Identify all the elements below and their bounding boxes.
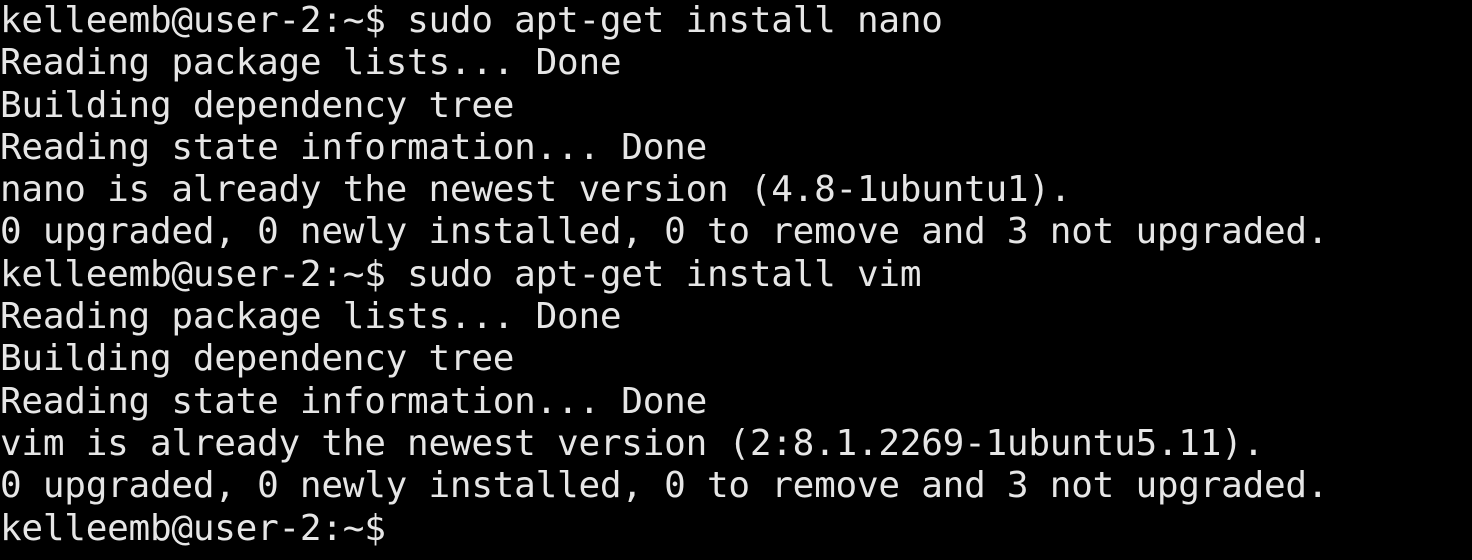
- output-line: nano is already the newest version (4.8-…: [0, 169, 1072, 211]
- output-line: vim is already the newest version (2:8.1…: [0, 422, 1265, 464]
- output-line: Building dependency tree: [0, 338, 515, 380]
- current-prompt-line[interactable]: kelleemb@user-2:~$: [0, 508, 1328, 550]
- output-line: Building dependency tree: [0, 84, 515, 126]
- terminal-output: kelleemb@user-2:~$ sudo apt-get install …: [0, 0, 1329, 550]
- command-line-2: kelleemb@user-2:~$ sudo apt-get install …: [0, 254, 1328, 296]
- shell-prompt: kelleemb@user-2:~$: [0, 253, 386, 295]
- terminal-window[interactable]: kelleemb@user-2:~$ sudo apt-get install …: [0, 0, 1472, 560]
- output-line: Reading state information... Done: [0, 380, 707, 422]
- command-text: sudo apt-get install vim: [385, 253, 922, 295]
- output-line: 0 upgraded, 0 newly installed, 0 to remo…: [0, 465, 1329, 507]
- output-line: Reading state information... Done: [0, 126, 707, 168]
- command-text: sudo apt-get install nano: [385, 0, 943, 41]
- shell-prompt: kelleemb@user-2:~$: [0, 507, 386, 549]
- command-line-1: kelleemb@user-2:~$ sudo apt-get install …: [0, 0, 1328, 42]
- output-line: 0 upgraded, 0 newly installed, 0 to remo…: [0, 211, 1329, 253]
- shell-prompt: kelleemb@user-2:~$: [0, 0, 386, 41]
- output-line: Reading package lists... Done: [0, 42, 622, 84]
- output-line: Reading package lists... Done: [0, 296, 622, 338]
